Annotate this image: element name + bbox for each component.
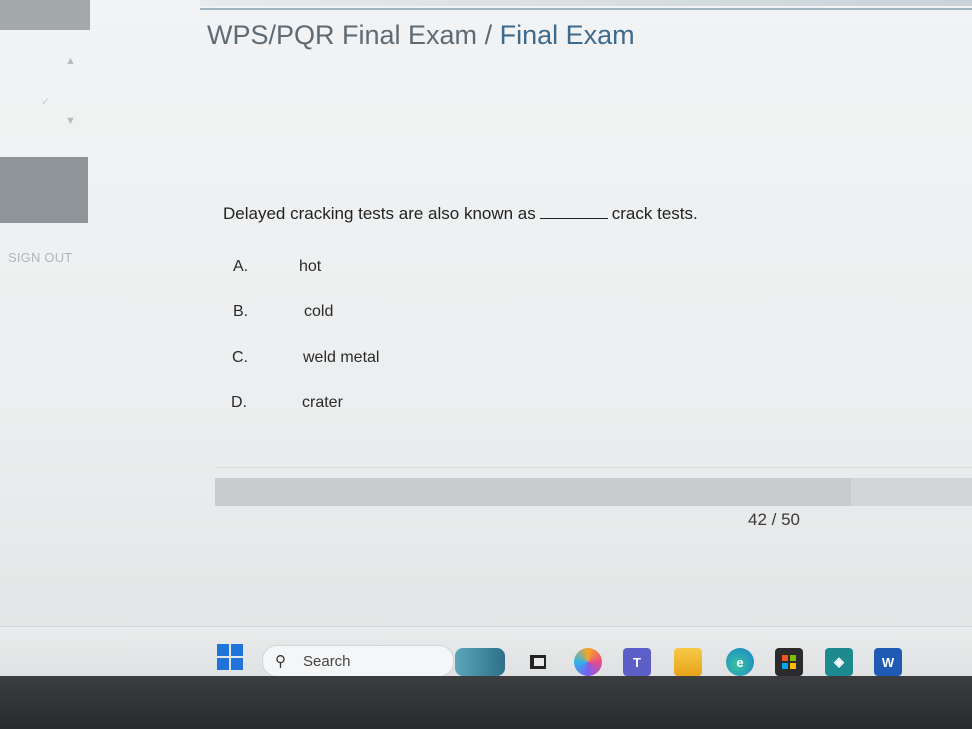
task-view-icon[interactable] [524,648,552,676]
progress-bar-fill [215,478,851,506]
taskbar-search-box[interactable]: ⚲ Search [262,645,454,677]
search-icon: ⚲ [275,653,286,670]
edge-icon[interactable]: e [726,648,754,676]
word-icon[interactable]: W [874,648,902,676]
check-icon: ✓ [41,96,51,108]
question-text: Delayed cracking tests are also known as… [223,204,698,224]
window-top-edge [200,0,972,6]
content-divider [215,467,972,468]
option-letter: B. [233,303,249,320]
option-text: cold [304,303,334,320]
option-letter: A. [233,258,249,275]
sign-out-link[interactable]: SIGN OUT [8,250,72,265]
copilot-icon[interactable] [574,648,602,676]
store-icon[interactable] [775,648,803,676]
progress-bar [215,478,972,506]
file-explorer-icon[interactable] [674,648,702,676]
page-title: WPS/PQR Final Exam / Final Exam [207,20,635,51]
answer-option-b[interactable]: B. cold [233,303,333,321]
scroll-up-icon[interactable]: ▲ [65,55,76,67]
breadcrumb-current: Final Exam [499,20,635,50]
question-blank [539,218,608,219]
question-text-after: crack tests. [611,204,698,223]
breadcrumb-parent[interactable]: WPS/PQR Final Exam [207,20,477,50]
breadcrumb-separator: / [484,20,493,50]
option-letter: D. [231,394,247,411]
question-text-before: Delayed cracking tests are also known as [223,204,536,223]
progress-counter: 42 / 50 [748,510,800,529]
widgets-icon[interactable] [455,648,505,676]
answer-option-d[interactable]: D. crater [231,394,343,412]
option-text: hot [299,258,322,275]
sidebar-scroll-arrows[interactable]: ▲ ✓ ▼ [41,55,85,135]
answer-option-c[interactable]: C. weld metal [232,349,379,367]
header-accent-line [200,8,972,10]
sidebar-nav-block[interactable] [0,157,88,223]
scroll-down-icon[interactable]: ▼ [65,115,76,127]
monitor-bezel [0,676,972,729]
option-text: crater [302,394,343,411]
answer-option-a[interactable]: A. hot [233,258,321,276]
app-icon[interactable]: ◈ [825,648,853,676]
teams-icon[interactable]: T [623,648,651,676]
search-input[interactable]: Search [303,653,351,670]
windows-start-icon[interactable] [217,644,243,670]
option-letter: C. [232,349,248,366]
sidebar-top-block [0,0,90,30]
option-text: weld metal [303,349,380,366]
